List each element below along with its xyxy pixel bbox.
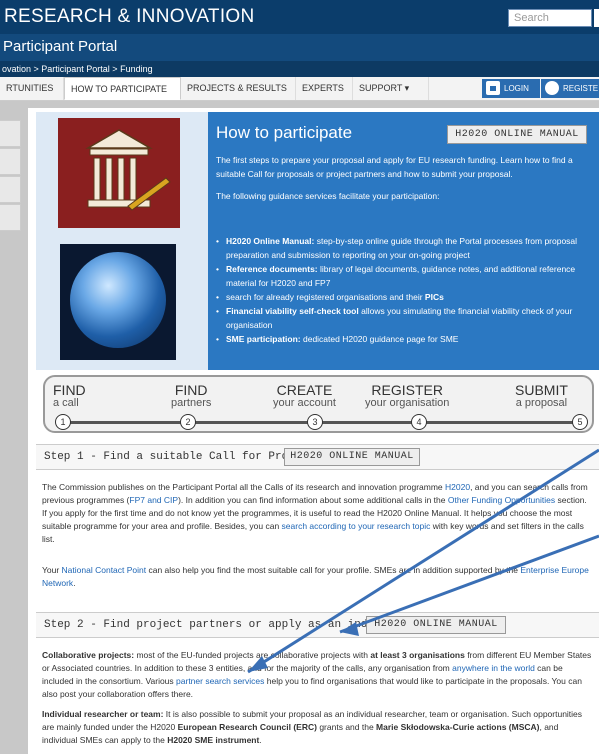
h2020-link[interactable]: H2020 xyxy=(445,482,470,492)
hero-intro-text: The first steps to prepare your proposal… xyxy=(216,155,573,179)
step-number[interactable]: 2 xyxy=(180,414,196,430)
portal-title[interactable]: Participant Portal xyxy=(3,38,117,55)
other-funding-link[interactable]: Other Funding Opportunities xyxy=(448,495,555,505)
login-label: LOGIN xyxy=(504,84,529,93)
hero-intro: The first steps to prepare your proposal… xyxy=(216,153,590,211)
steps-bar: FIND a call FIND partners CREATE your accou… xyxy=(43,375,594,433)
fp7-cip-link[interactable]: FP7 and CIP xyxy=(129,495,178,505)
step-create-account[interactable]: CREATE your account xyxy=(273,383,336,409)
step-find-partners[interactable]: FIND partners xyxy=(171,383,211,409)
side-tab[interactable] xyxy=(0,176,21,203)
nav-projects-results[interactable]: PROJECTS & RESULTS xyxy=(181,77,296,100)
breadcrumb: ovation > Participant Portal > Funding xyxy=(0,61,599,77)
partner-search-link[interactable]: partner search services xyxy=(176,676,264,686)
nav-support[interactable]: SUPPORT ▾ xyxy=(353,77,429,100)
step1-manual-button[interactable]: H2020 ONLINE MANUAL xyxy=(284,448,420,466)
step-number[interactable]: 1 xyxy=(55,414,71,430)
side-tab[interactable] xyxy=(0,120,21,147)
step-submit-proposal[interactable]: SUBMIT a proposal xyxy=(515,383,568,409)
site-header: RESEARCH & INNOVATION Search xyxy=(0,0,599,34)
register-label: REGISTE xyxy=(563,84,599,93)
portal-header: Participant Portal xyxy=(0,34,599,61)
list-item[interactable]: SME participation: dedicated H2020 guida… xyxy=(216,332,590,346)
ncp-link[interactable]: National Contact Point xyxy=(62,565,147,575)
step-number[interactable]: 4 xyxy=(411,414,427,430)
step2-paragraph-2: Individual researcher or team: It is als… xyxy=(42,709,583,745)
nav-how-to-participate[interactable]: HOW TO PARTICIPATE xyxy=(64,77,181,100)
nav-opportunities[interactable]: RTUNITIES xyxy=(0,77,64,100)
step-number[interactable]: 5 xyxy=(572,414,588,430)
step2-paragraph-1: Collaborative projects: most of the EU-f… xyxy=(42,650,592,699)
register-button[interactable]: REGISTE xyxy=(541,79,599,98)
step-number[interactable]: 3 xyxy=(307,414,323,430)
list-item[interactable]: H2020 Online Manual: step-by-step online… xyxy=(216,234,590,262)
step-register-org[interactable]: REGISTER your organisation xyxy=(365,383,449,409)
guidance-list: H2020 Online Manual: step-by-step online… xyxy=(216,234,590,346)
hero-manual-button[interactable]: H2020 ONLINE MANUAL xyxy=(447,125,587,144)
search-button[interactable] xyxy=(594,9,599,27)
hero-guidance-intro: The following guidance services facilita… xyxy=(216,191,440,201)
step2-header: Step 2 - Find project partners or apply … xyxy=(36,612,599,638)
step1-header: Step 1 - Find a suitable Call for Propos… xyxy=(36,444,599,470)
site-title[interactable]: RESEARCH & INNOVATION xyxy=(4,6,255,28)
list-item[interactable]: Reference documents: library of legal do… xyxy=(216,262,590,290)
list-item[interactable]: Financial viability self-check tool allo… xyxy=(216,304,590,332)
side-tab[interactable] xyxy=(0,148,21,175)
nav-experts[interactable]: EXPERTS xyxy=(296,77,353,100)
lock-icon xyxy=(486,80,500,95)
step1-paragraph-2: Your National Contact Point can also hel… xyxy=(42,565,589,588)
login-button[interactable]: LOGIN xyxy=(482,79,540,98)
search-input[interactable]: Search xyxy=(508,9,592,27)
side-tab[interactable] xyxy=(0,204,21,231)
research-topic-search-link[interactable]: search according to your research topic xyxy=(282,521,431,531)
step-find-call[interactable]: FIND a call xyxy=(53,383,86,409)
globe-image xyxy=(60,244,176,360)
hero-title: How to participate xyxy=(216,123,353,142)
anywhere-world-link[interactable]: anywhere in the world xyxy=(452,663,535,673)
person-icon xyxy=(545,80,559,95)
breadcrumb-text[interactable]: ovation > Participant Portal > Funding xyxy=(2,64,153,74)
step2-manual-button[interactable]: H2020 ONLINE MANUAL xyxy=(366,616,506,634)
building-illustration xyxy=(58,118,180,228)
list-item[interactable]: search for already registered organisati… xyxy=(216,290,590,304)
side-tabs xyxy=(0,120,21,232)
step2-title: Step 2 - Find project partners or apply … xyxy=(44,619,414,631)
step1-paragraph-1: The Commission publishes on the Particip… xyxy=(42,482,588,544)
